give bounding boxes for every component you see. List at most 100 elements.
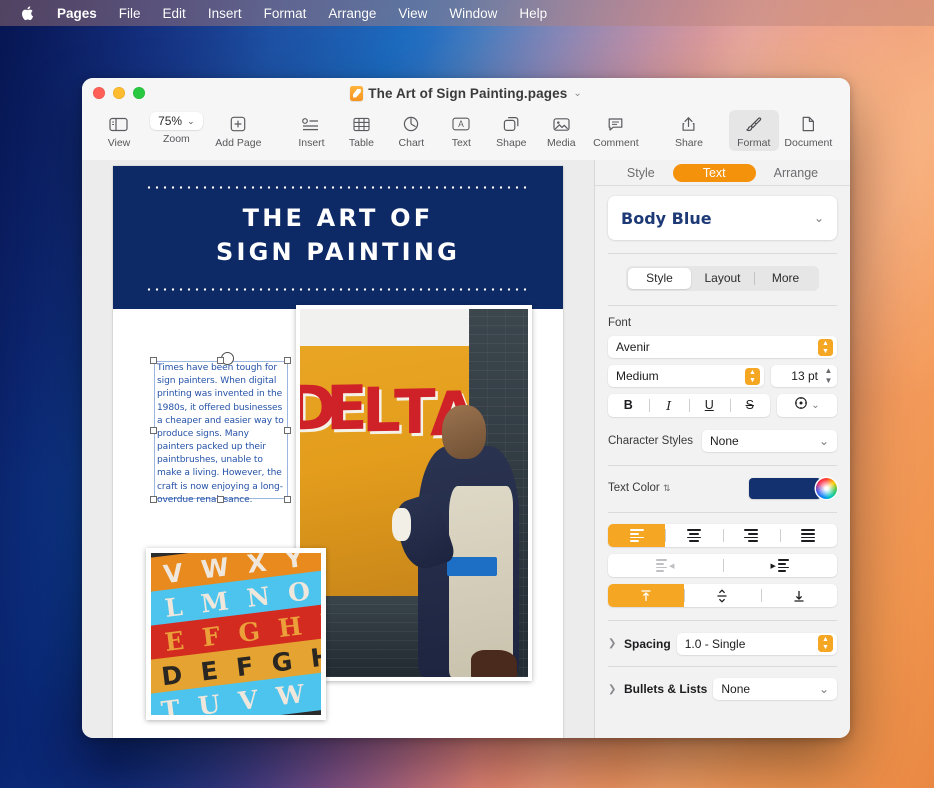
zoom-label: Zoom xyxy=(163,133,190,145)
text-color-swatch[interactable] xyxy=(749,478,821,499)
format-button[interactable]: Format xyxy=(729,110,779,151)
resize-handle-top-left[interactable] xyxy=(150,357,157,364)
sub-tab-layout[interactable]: Layout xyxy=(691,268,754,289)
sub-tab-style[interactable]: Style xyxy=(628,268,691,289)
font-size-value: 13 pt xyxy=(791,369,818,383)
chevron-right-icon[interactable]: ❯ xyxy=(608,684,618,695)
menu-item-view[interactable]: View xyxy=(387,2,438,24)
bullets-lists-label: Bullets & Lists xyxy=(624,682,707,696)
chart-label: Chart xyxy=(399,137,425,149)
text-color-row: Text Color ⇅ xyxy=(608,478,837,499)
document-page[interactable]: THE ART OF SIGN PAINTING D E L T xyxy=(113,166,563,738)
align-right-icon xyxy=(744,529,758,541)
align-top-button[interactable] xyxy=(608,584,684,607)
font-weight-stepper-icon[interactable]: ▲▼ xyxy=(745,368,760,385)
menu-item-insert[interactable]: Insert xyxy=(197,2,253,24)
horizontal-alignment-group xyxy=(608,524,837,547)
maximize-button[interactable] xyxy=(133,87,145,99)
menu-item-window[interactable]: Window xyxy=(438,2,508,24)
align-left-button[interactable] xyxy=(608,524,665,547)
tab-style[interactable]: Style xyxy=(611,164,671,182)
align-bottom-button[interactable] xyxy=(761,584,837,607)
font-size-field[interactable]: 13 pt ▲▼ xyxy=(771,365,837,387)
document-canvas[interactable]: THE ART OF SIGN PAINTING D E L T xyxy=(82,160,594,738)
apple-logo-icon[interactable] xyxy=(12,5,46,21)
bold-button[interactable]: B xyxy=(608,394,649,417)
sign-painter-delta-photo[interactable]: D E L T A xyxy=(296,305,532,681)
menu-item-arrange[interactable]: Arrange xyxy=(317,2,387,24)
font-weight-value: Medium xyxy=(616,369,659,383)
spacing-row: ❯ Spacing 1.0 - Single ▲▼ xyxy=(608,633,837,655)
menu-item-help[interactable]: Help xyxy=(508,2,558,24)
decrease-indent-button[interactable]: ◀ xyxy=(608,554,723,577)
zoom-control[interactable]: 75% ⌄ Zoom xyxy=(144,110,209,145)
text-color-label: Text Color ⇅ xyxy=(608,482,671,494)
body-paragraph-text[interactable]: Times have been tough for sign painters.… xyxy=(157,362,286,507)
close-button[interactable] xyxy=(93,87,105,99)
spacing-stepper-icon[interactable]: ▲▼ xyxy=(818,635,833,652)
resize-handle-middle-right[interactable] xyxy=(284,427,291,434)
font-size-stepper-icon[interactable]: ▲▼ xyxy=(822,367,835,386)
menu-item-pages[interactable]: Pages xyxy=(46,2,108,24)
menu-item-edit[interactable]: Edit xyxy=(152,2,197,24)
character-styles-popup[interactable]: None ⌄ xyxy=(702,430,837,452)
tab-arrange[interactable]: Arrange xyxy=(758,164,834,182)
align-right-button[interactable] xyxy=(723,524,780,547)
table-button[interactable]: Table xyxy=(336,110,386,149)
painter-belt xyxy=(447,557,497,576)
selected-text-box[interactable]: Times have been tough for sign painters.… xyxy=(154,361,288,499)
window-controls xyxy=(93,87,145,99)
sub-tab-more[interactable]: More xyxy=(754,268,817,289)
menu-item-file[interactable]: File xyxy=(108,2,152,24)
comment-button[interactable]: Comment xyxy=(586,110,645,149)
chart-button[interactable]: Chart xyxy=(386,110,436,149)
paragraph-style-popup[interactable]: Body Blue ⌄ xyxy=(608,196,837,240)
zoom-popup-button[interactable]: 75% ⌄ xyxy=(150,112,203,130)
document-label: Document xyxy=(784,137,832,149)
resize-handle-top-center[interactable] xyxy=(217,357,224,364)
resize-handle-middle-left[interactable] xyxy=(150,427,157,434)
color-wheel-button[interactable] xyxy=(816,478,837,499)
view-button[interactable]: View xyxy=(94,110,144,149)
text-color-stepper-icon[interactable]: ⇅ xyxy=(663,483,671,493)
italic-button[interactable]: I xyxy=(649,394,690,417)
add-page-button[interactable]: Add Page xyxy=(209,110,268,149)
insert-button[interactable]: Insert xyxy=(286,110,336,149)
strikethrough-button[interactable]: S xyxy=(730,394,771,417)
resize-handle-top-right[interactable] xyxy=(284,357,291,364)
window-content: THE ART OF SIGN PAINTING D E L T xyxy=(82,160,850,738)
font-family-popup[interactable]: Avenir ▲▼ xyxy=(608,336,837,358)
underline-button[interactable]: U xyxy=(689,394,730,417)
spacing-value: 1.0 - Single xyxy=(685,637,746,651)
resize-handle-bottom-right[interactable] xyxy=(284,496,291,503)
resize-handle-bottom-center[interactable] xyxy=(217,496,224,503)
minimize-button[interactable] xyxy=(113,87,125,99)
title-chevron-down-icon[interactable]: ⌄ xyxy=(573,88,581,99)
align-middle-icon xyxy=(715,589,729,603)
text-button[interactable]: A Text xyxy=(436,110,486,149)
alphabet-sample-board-photo[interactable]: U V W X Y K L M N O D E F G H I C D E F … xyxy=(146,548,326,720)
align-middle-button[interactable] xyxy=(684,584,760,607)
font-family-stepper-icon[interactable]: ▲▼ xyxy=(818,339,833,356)
share-button[interactable]: Share xyxy=(664,110,714,149)
resize-handle-bottom-left[interactable] xyxy=(150,496,157,503)
share-label: Share xyxy=(675,137,703,149)
chevron-right-icon[interactable]: ❯ xyxy=(608,638,618,649)
spacing-popup[interactable]: 1.0 - Single ▲▼ xyxy=(677,633,837,655)
text-options-popup[interactable]: ⌄ xyxy=(777,394,837,417)
align-left-icon xyxy=(630,529,644,541)
align-justify-button[interactable] xyxy=(780,524,837,547)
painter-figure xyxy=(414,405,523,677)
align-center-button[interactable] xyxy=(665,524,722,547)
font-weight-popup[interactable]: Medium ▲▼ xyxy=(608,365,764,387)
sidebar-icon xyxy=(109,113,128,135)
document-button[interactable]: Document xyxy=(779,110,838,149)
menu-item-format[interactable]: Format xyxy=(253,2,318,24)
tab-text[interactable]: Text xyxy=(673,164,756,182)
increase-indent-button[interactable]: ▶ xyxy=(723,554,838,577)
insert-label: Insert xyxy=(298,137,324,149)
shape-button[interactable]: Shape xyxy=(486,110,536,149)
desktop-wallpaper: Pages File Edit Insert Format Arrange Vi… xyxy=(0,0,934,788)
media-button[interactable]: Media xyxy=(536,110,586,149)
bullets-lists-popup[interactable]: None ⌄ xyxy=(713,678,837,700)
